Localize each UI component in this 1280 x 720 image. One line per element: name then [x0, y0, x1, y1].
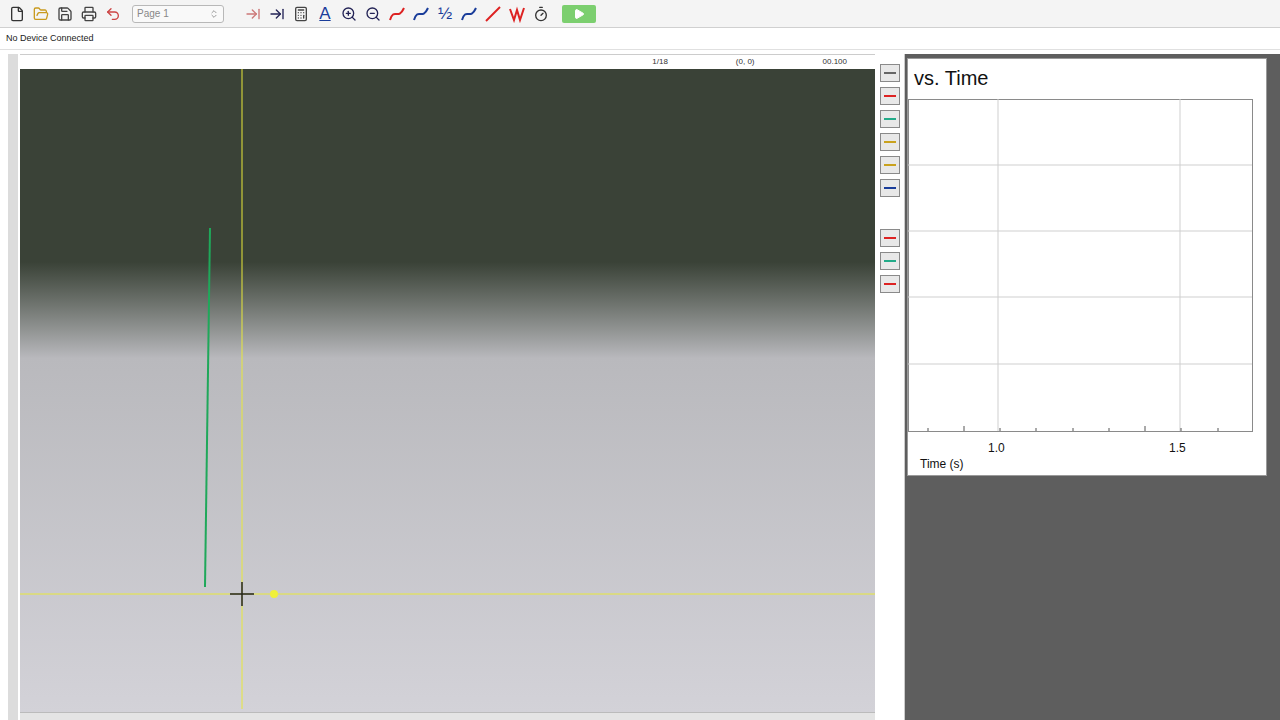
- graph-matching-icon: [884, 260, 896, 262]
- photo-distance-button[interactable]: [880, 156, 900, 174]
- zoom-in-icon: [341, 6, 357, 22]
- origin-axis-vertical: [242, 69, 243, 709]
- add-point-icon: [884, 95, 896, 97]
- tangent-icon: [412, 5, 430, 23]
- text-button[interactable]: A: [314, 3, 336, 25]
- graph-title: vs. Time: [908, 59, 1266, 91]
- arrow-icon: [245, 6, 261, 22]
- new-button[interactable]: [6, 3, 28, 25]
- examine-icon: [388, 5, 406, 23]
- save-button[interactable]: [54, 3, 76, 25]
- curve-fit-icon: [508, 5, 526, 23]
- left-margin: [0, 54, 20, 720]
- tracking-overlay: [20, 69, 875, 709]
- calculator-icon: [293, 6, 309, 22]
- select-tool-button[interactable]: [880, 64, 900, 82]
- app-window: Page 1 A ½ No Device Connected 1/18 (0, 0) 00.…: [0, 0, 1280, 720]
- tangent-button[interactable]: [410, 3, 432, 25]
- show-points-icon: [884, 237, 896, 239]
- video-frame[interactable]: [20, 69, 875, 712]
- open-button[interactable]: [30, 3, 52, 25]
- frame-counter: 1/18: [652, 56, 668, 68]
- set-origin-icon: [884, 118, 896, 120]
- video-tools: [875, 54, 905, 720]
- set-scale-button[interactable]: [880, 133, 900, 151]
- video-scrollbar[interactable]: [20, 712, 875, 720]
- video-panel: 1/18 (0, 0) 00.100: [20, 54, 875, 720]
- graph-panel: vs. Time 1.0 1.5 Time (s): [907, 58, 1267, 476]
- play-icon: [573, 8, 585, 20]
- print-button[interactable]: [78, 3, 100, 25]
- timer-button[interactable]: [530, 3, 552, 25]
- axis-handle: [270, 590, 278, 598]
- zoom-in-button[interactable]: [338, 3, 360, 25]
- crosshair-cursor-icon: [230, 582, 254, 606]
- time-readout: 00.100: [823, 56, 847, 68]
- zoom-out-button[interactable]: [362, 3, 384, 25]
- graph-area: 1.01.5Time (s): [908, 99, 1253, 469]
- zoom-out-icon: [365, 6, 381, 22]
- point-series-icon: [884, 187, 896, 189]
- printer-icon: [81, 6, 97, 22]
- graph-matching-button[interactable]: [880, 252, 900, 270]
- origin-readout: (0, 0): [736, 56, 755, 68]
- save-icon: [57, 6, 73, 22]
- graph-column: vs. Time 1.0 1.5 Time (s): [905, 54, 1280, 720]
- fraction-button[interactable]: ½: [434, 3, 456, 25]
- scale-line: [205, 228, 210, 587]
- dropdown-icon: [209, 9, 219, 19]
- linear-fit-button[interactable]: [482, 3, 504, 25]
- stats-icon: [460, 5, 478, 23]
- select-tool-icon: [884, 72, 896, 74]
- examine-button[interactable]: [386, 3, 408, 25]
- point-series-button[interactable]: [880, 179, 900, 197]
- movie-button[interactable]: [266, 3, 288, 25]
- folder-icon: [33, 6, 49, 22]
- delete-points-icon: [884, 283, 896, 285]
- curve-fit-button[interactable]: [506, 3, 528, 25]
- origin-axis-horizontal: [20, 594, 875, 595]
- delete-points-button[interactable]: [880, 275, 900, 293]
- page-select[interactable]: Page 1: [132, 5, 224, 23]
- undo-button[interactable]: [102, 3, 124, 25]
- fraction-glyph: ½: [438, 5, 452, 22]
- stats-button[interactable]: [458, 3, 480, 25]
- x-axis-label: Time (s): [920, 455, 964, 473]
- x-tick-label: 1.5: [1169, 439, 1186, 457]
- next-page-button[interactable]: [242, 3, 264, 25]
- collect-button[interactable]: [562, 5, 596, 23]
- toolbar: Page 1 A ½: [0, 0, 1280, 28]
- set-scale-icon: [884, 141, 896, 143]
- graph-plot: [908, 99, 1253, 435]
- add-point-button[interactable]: [880, 87, 900, 105]
- linear-fit-icon: [484, 5, 502, 23]
- set-origin-button[interactable]: [880, 110, 900, 128]
- show-points-button[interactable]: [880, 229, 900, 247]
- timer-icon: [533, 6, 549, 22]
- photo-distance-icon: [884, 164, 896, 166]
- text-tool-glyph: A: [319, 5, 330, 22]
- video-info-strip: 1/18 (0, 0) 00.100: [20, 55, 875, 69]
- main-area: 1/18 (0, 0) 00.100 vs. Time 1.0 1.5 Time (s): [0, 50, 1280, 720]
- status-bar: No Device Connected: [0, 28, 1280, 50]
- x-tick-label: 1.0: [988, 439, 1005, 457]
- movie-icon: [269, 6, 285, 22]
- undo-icon: [105, 6, 121, 22]
- new-file-icon: [9, 6, 25, 22]
- calculator-button[interactable]: [290, 3, 312, 25]
